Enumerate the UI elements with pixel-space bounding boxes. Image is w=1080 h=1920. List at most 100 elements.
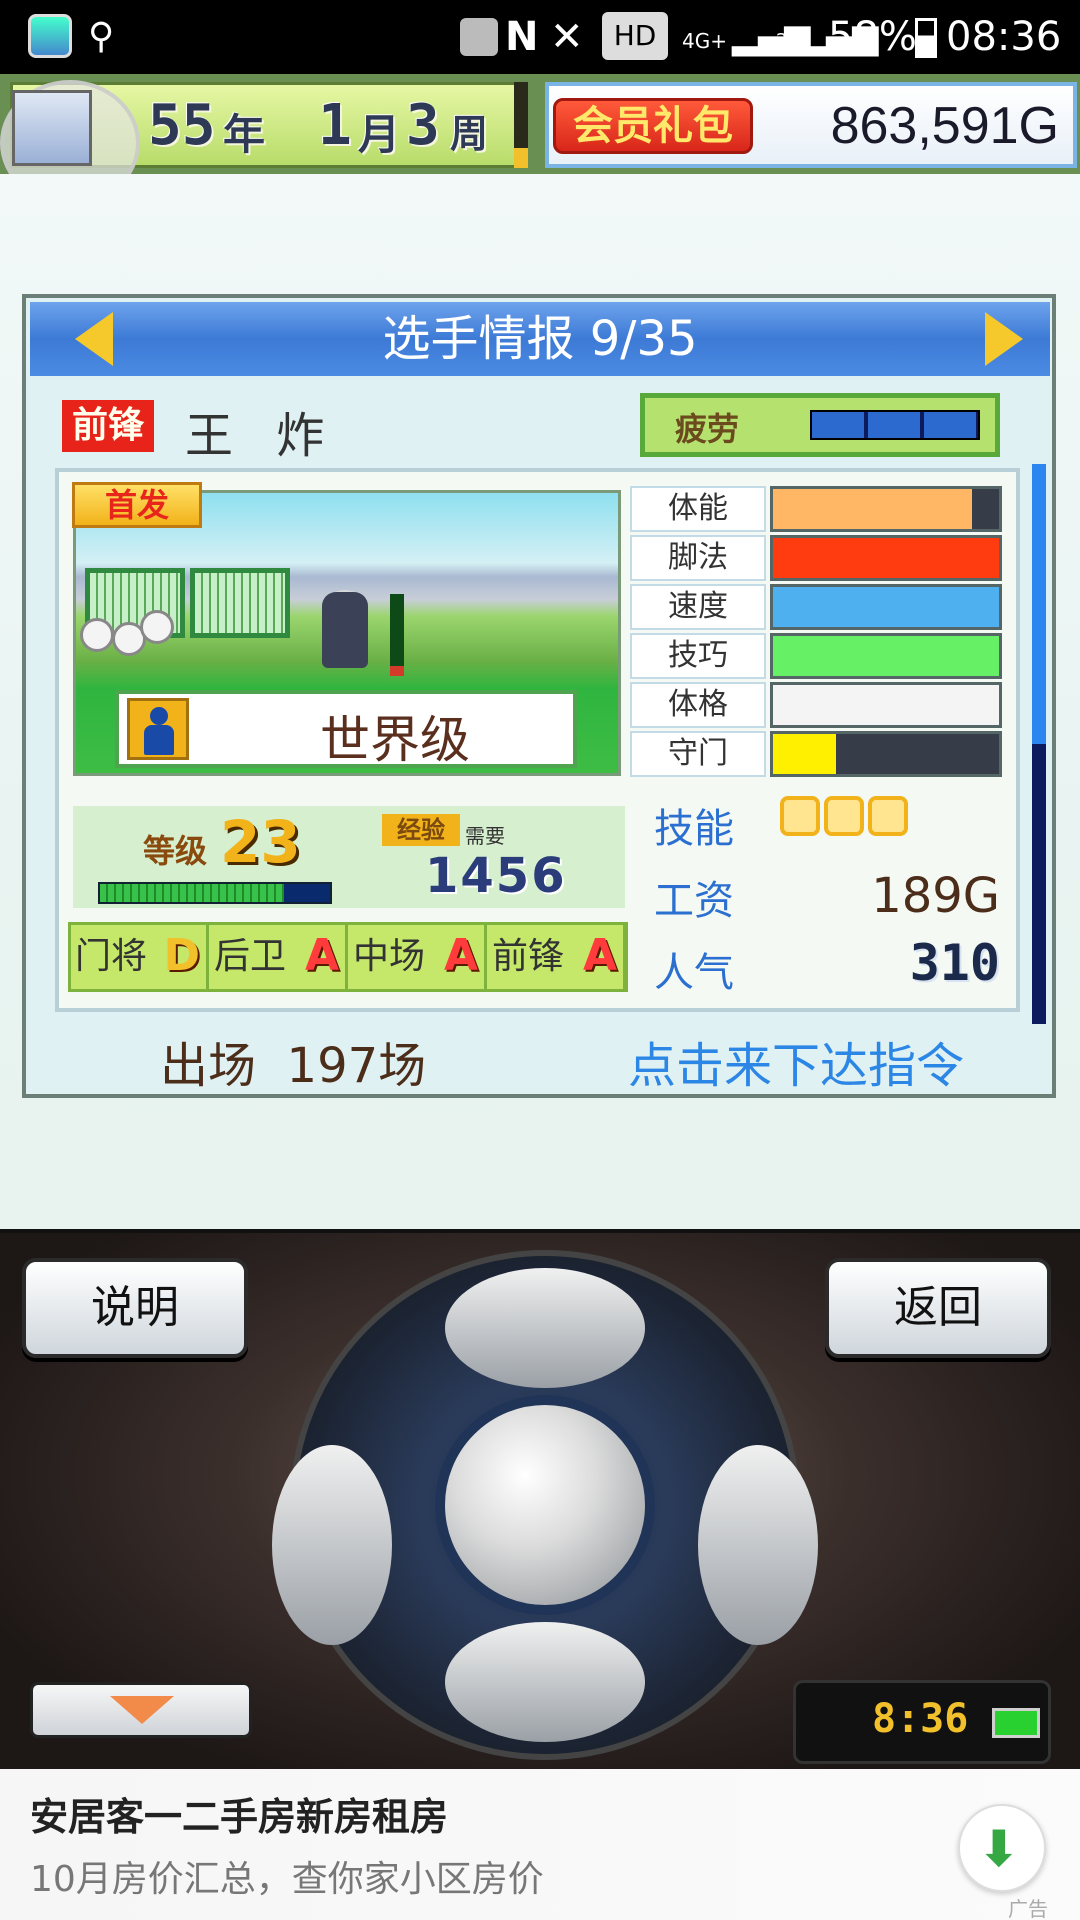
battery-icon <box>992 1708 1040 1738</box>
popularity-value: 310 <box>909 934 1000 992</box>
fatigue-bar-fill <box>812 412 978 438</box>
week-progress <box>514 82 528 168</box>
aptitude-cell: 中场 A <box>349 925 487 989</box>
fatigue-label: 疲劳 <box>675 410 740 448</box>
download-icon: ⬇ <box>978 1820 1020 1878</box>
panel-title: 选手情报 9/35 <box>30 302 1050 376</box>
dpad-center-button[interactable] <box>435 1395 655 1615</box>
aptitude-cell: 门将 D <box>71 925 209 989</box>
aptitude-label: 中场 <box>353 936 426 977</box>
ad-tag: 广告 <box>1008 1897 1048 1920</box>
back-button[interactable]: 返回 <box>825 1258 1051 1358</box>
skill-slot[interactable] <box>824 796 864 836</box>
exp-value: 1456 <box>425 848 567 904</box>
aptitude-cell: 前锋 A <box>488 925 626 989</box>
soccer-ball-icon <box>140 610 174 644</box>
usb-icon: ⚲ <box>88 16 115 57</box>
aptitude-label: 门将 <box>75 936 148 977</box>
stat-bar <box>770 731 1002 777</box>
stat-bar-fill <box>773 734 837 774</box>
salary-label: 工资 <box>654 878 734 924</box>
team-emblem-icon <box>12 90 92 166</box>
person-icon <box>127 698 189 760</box>
dpad-down-button[interactable] <box>445 1622 645 1742</box>
status-bar: ⚲ N ✕ HD 4G+ ▂▄▆ 2G ▂▄▆ 58% 08:36 <box>0 0 1080 74</box>
player-name: 王 炸 <box>185 408 339 464</box>
battery-icon <box>915 18 937 58</box>
popularity-label: 人气 <box>654 950 734 996</box>
stat-bar <box>770 584 1002 630</box>
app-notification-icon <box>28 14 72 58</box>
sim-icon <box>460 18 498 56</box>
position-badge: 前锋 <box>62 400 154 452</box>
stat-bar <box>770 682 1002 728</box>
skill-slots <box>780 796 912 840</box>
year-unit: 年 <box>223 110 266 159</box>
aptitude-cell: 后卫 A <box>210 925 348 989</box>
chevron-down-icon <box>110 1696 174 1724</box>
network-label: 4G+ <box>682 29 727 53</box>
exp-bar-fill <box>100 884 284 902</box>
dpad-left-button[interactable] <box>272 1445 392 1645</box>
soccer-ball-icon <box>80 618 114 652</box>
position-aptitude-row: 门将 D 后卫 A 中场 A 前锋 A <box>68 922 628 992</box>
command-hint-link[interactable]: 点击来下达指令 <box>628 1026 964 1096</box>
level-value: 23 <box>220 808 301 876</box>
network2-label: 2G <box>776 30 802 51</box>
exp-label: 经验 <box>382 814 460 846</box>
aptitude-grade: A <box>304 930 339 981</box>
ad-subtitle[interactable]: 10月房价汇总，查你家小区房价 <box>30 1850 544 1902</box>
skill-label: 技能 <box>654 806 734 852</box>
appearances-label: 出场 <box>160 1038 257 1094</box>
money-value: 863,591G <box>830 97 1059 155</box>
week-unit: 周 <box>450 112 489 156</box>
nfc-icon: N <box>505 14 539 60</box>
dpad-up-button[interactable] <box>445 1268 645 1388</box>
stat-label: 体格 <box>630 682 766 728</box>
next-player-arrow-icon[interactable] <box>985 312 1023 366</box>
stat-bar <box>770 535 1002 581</box>
vip-gift-button[interactable]: 会员礼包 <box>553 98 753 154</box>
clock: 08:36 <box>946 14 1062 60</box>
mute-icon: ✕ <box>550 14 584 60</box>
fatigue-bar <box>810 410 980 440</box>
stat-bar-fill <box>773 538 999 578</box>
appearances: 出场 197场 <box>160 1026 426 1096</box>
player-grade: 世界级 <box>320 711 470 769</box>
hd-badge: HD <box>602 12 668 60</box>
dpad-right-button[interactable] <box>698 1445 818 1645</box>
player-sprite <box>322 592 368 668</box>
stat-bar <box>770 633 1002 679</box>
previous-player-arrow-icon[interactable] <box>75 312 113 366</box>
stat-bar-fill <box>773 685 999 725</box>
aptitude-label: 后卫 <box>214 936 287 977</box>
stat-bar <box>770 486 1002 532</box>
skill-slot[interactable] <box>868 796 908 836</box>
aptitude-grade: A <box>582 930 617 981</box>
level-label: 等级 <box>143 832 208 870</box>
appearances-value: 197场 <box>286 1038 427 1094</box>
training-post-icon <box>390 594 404 676</box>
goal-net-icon <box>190 568 290 638</box>
stat-bar-fill <box>773 489 972 529</box>
stat-label: 技巧 <box>630 633 766 679</box>
skill-slot[interactable] <box>780 796 820 836</box>
month-value: 1 <box>318 93 352 158</box>
stat-label: 体能 <box>630 486 766 532</box>
week-value: 3 <box>406 93 440 158</box>
stat-label: 速度 <box>630 584 766 630</box>
battery-percent: 58% <box>828 14 917 60</box>
stat-label: 守门 <box>630 731 766 777</box>
year-value: 55 <box>148 93 216 158</box>
help-button[interactable]: 说明 <box>22 1258 248 1358</box>
stat-label: 脚法 <box>630 535 766 581</box>
month-unit: 月 <box>358 110 401 159</box>
aptitude-grade: D <box>163 930 200 981</box>
aptitude-label: 前锋 <box>492 936 565 977</box>
stat-bar-fill <box>773 587 999 627</box>
stat-bar-fill <box>773 636 999 676</box>
aptitude-grade: A <box>443 930 478 981</box>
starter-badge: 首发 <box>72 482 202 528</box>
ad-title[interactable]: 安居客一二手房新房租房 <box>30 1786 448 1841</box>
scrollbar-thumb[interactable] <box>1032 464 1046 744</box>
